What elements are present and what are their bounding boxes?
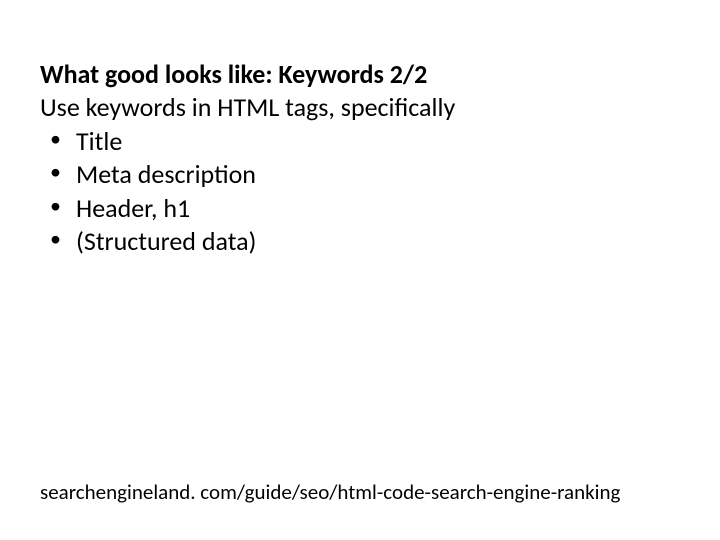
slide-subtitle: Use keywords in HTML tags, specifically [40, 91, 680, 124]
list-item: Meta description [40, 158, 680, 191]
footer-text: searchengineland. com/guide/seo/html-cod… [40, 479, 620, 505]
bullet-list: Title Meta description Header, h1 (Struc… [40, 125, 680, 258]
list-item: (Structured data) [40, 225, 680, 258]
list-item: Title [40, 125, 680, 158]
slide-content: What good looks like: Keywords 2/2 Use k… [0, 0, 720, 540]
list-item: Header, h1 [40, 192, 680, 225]
slide-title: What good looks like: Keywords 2/2 [40, 58, 680, 91]
